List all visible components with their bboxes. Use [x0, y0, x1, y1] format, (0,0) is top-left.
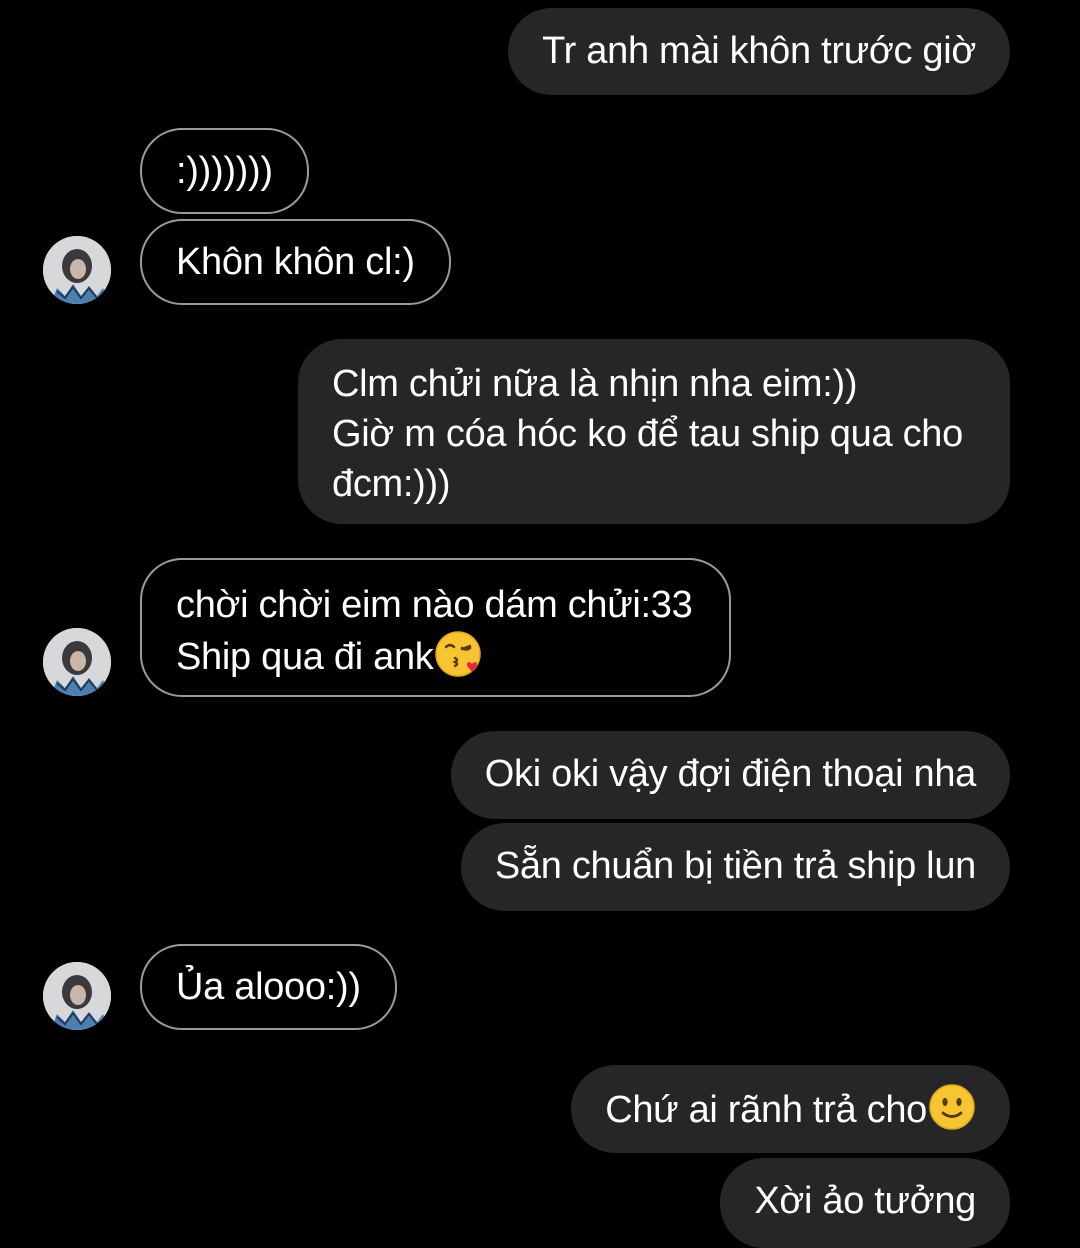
message-text: đcm:))) — [332, 463, 451, 505]
message-text: Oki oki vậy đợi điện thoại nha — [484, 753, 977, 795]
message-text: Ủa alooo:)) — [176, 966, 361, 1008]
avatar-photo-icon — [43, 628, 111, 696]
received-message-bubble[interactable]: chời chời eim nào dám chửi:33 Ship qua đ… — [140, 558, 731, 697]
message-text: Giờ m cóa hóc ko để tau ship qua cho — [332, 413, 963, 455]
message-text: Khôn khôn cl:) — [176, 241, 415, 283]
message-text: Clm chửi nữa là nhịn nha eim:)) — [332, 363, 858, 405]
slightly-smiling-face-icon — [929, 1084, 975, 1130]
contact-avatar[interactable] — [43, 236, 111, 304]
message-text: Tr anh mài khôn trước giờ — [542, 30, 976, 72]
sent-message-bubble[interactable]: Clm chửi nữa là nhịn nha eim:)) Giờ m có… — [298, 339, 1010, 524]
contact-avatar[interactable] — [43, 962, 111, 1030]
message-text: chời chời eim nào dám chửi:33 — [176, 584, 693, 626]
sent-message-bubble[interactable]: Oki oki vậy đợi điện thoại nha — [450, 731, 1010, 819]
received-message-bubble[interactable]: Khôn khôn cl:) — [140, 219, 451, 305]
message-text: :))))))) — [176, 150, 273, 192]
sent-message-bubble[interactable]: Chứ ai rãnh trả cho — [571, 1065, 1010, 1153]
received-message-bubble[interactable]: :))))))) — [140, 128, 309, 214]
message-line: Chứ ai rãnh trả cho — [605, 1083, 976, 1135]
face-blowing-kiss-icon — [435, 631, 482, 677]
message-text: Xời ảo tưởng — [754, 1180, 976, 1222]
contact-avatar[interactable] — [43, 628, 111, 696]
sent-message-bubble[interactable]: Xời ảo tưởng — [720, 1158, 1010, 1248]
avatar-photo-icon — [43, 236, 111, 304]
sent-message-bubble[interactable]: Sẵn chuẩn bị tiền trả ship lun — [460, 823, 1010, 911]
message-text: Sẵn chuẩn bị tiền trả ship lun — [494, 845, 976, 887]
message-text: Ship qua đi ank — [176, 636, 434, 678]
received-message-bubble[interactable]: Ủa alooo:)) — [140, 944, 397, 1030]
avatar-photo-icon — [43, 962, 111, 1030]
message-text: Chứ ai rãnh trả cho — [605, 1089, 927, 1131]
message-line: Ship qua đi ank — [176, 630, 695, 682]
sent-message-bubble[interactable]: Tr anh mài khôn trước giờ — [508, 8, 1010, 95]
